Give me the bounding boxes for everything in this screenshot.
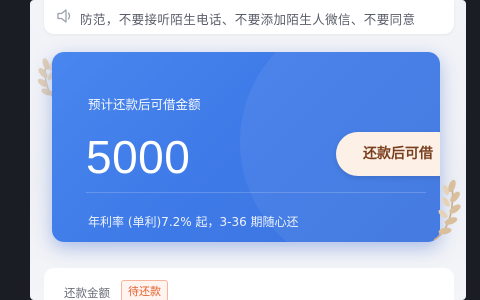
available-amount: 5000 [86, 131, 191, 183]
card-divider [86, 192, 426, 193]
notice-bar[interactable]: 防范，不要接听陌生电话、不要添加陌生人微信、不要同意 [44, 0, 454, 34]
card-title: 预计还款后可借金额 [88, 97, 201, 112]
repayment-section: 还款金额 待还款 [44, 268, 454, 300]
notice-text: 防范，不要接听陌生电话、不要添加陌生人微信、不要同意 [80, 12, 416, 27]
interest-rate-text: 年利率 (单利)7.2% 起，3-36 期随心还 [88, 215, 299, 229]
loan-card: 预计还款后可借金额 5000 还款后可借 年利率 (单利)7.2% 起，3-36… [52, 52, 440, 242]
repayment-amount-label: 还款金额 [64, 286, 110, 300]
app-screen: 防范，不要接听陌生电话、不要添加陌生人微信、不要同意 预计还款后可借金额 500… [30, 0, 466, 300]
speaker-icon [56, 8, 74, 24]
status-badge: 待还款 [121, 280, 168, 300]
laurel-right-icon [433, 179, 461, 241]
repay-then-borrow-button[interactable]: 还款后可借 [336, 132, 440, 176]
